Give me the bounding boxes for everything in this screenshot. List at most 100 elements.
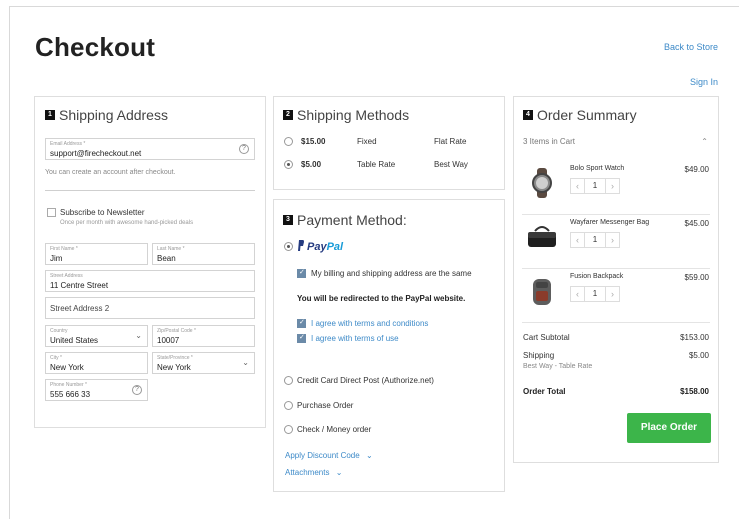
link-label: Apply Discount Code [285,451,360,460]
item-price: $45.00 [684,219,709,228]
sign-in-link[interactable]: Sign In [690,77,718,87]
order-summary-panel: 4 Order Summary 3 Items in Cart ⌃ Bolo S… [513,96,719,463]
same-address-checkbox[interactable] [297,268,306,278]
messenger-bag-icon [528,226,556,247]
field-label: City * [50,355,62,361]
state-select[interactable]: State/Province * New York ⌄ [152,352,255,374]
email-field[interactable]: Email Address * support@firecheckout.net… [45,138,255,160]
increase-qty-button[interactable]: › [605,232,620,248]
order-summary-heading: 4 Order Summary [523,107,637,123]
increase-qty-button[interactable]: › [605,178,620,194]
cart-item: Fusion Backpack $59.00 ‹ 1 › [514,267,718,321]
decrease-qty-button[interactable]: ‹ [570,232,585,248]
newsletter-label: Subscribe to Newsletter [60,208,145,217]
phone-field[interactable]: Phone Number * 555 666 33 ? [45,379,148,401]
shipping-address-heading: 1 Shipping Address [45,107,168,123]
place-order-button[interactable]: Place Order [627,413,711,443]
radio-button[interactable] [284,160,293,169]
field-label: Zip/Postal Code * [157,328,196,334]
agree-terms-checkbox[interactable] [297,318,306,328]
credit-card-radio[interactable] [284,376,293,385]
street-address-2-field[interactable]: Street Address 2 [45,297,255,319]
shipping-methods-heading: 2 Shipping Methods [283,107,409,123]
shipping-price: $5.00 [301,160,322,169]
back-to-store-link[interactable]: Back to Store [664,42,718,52]
help-icon[interactable]: ? [132,385,142,395]
chevron-down-icon: ⌄ [365,451,373,460]
subtotal-label: Cart Subtotal [523,333,570,342]
total-label: Order Total [523,387,566,396]
zip-field[interactable]: Zip/Postal Code * 10007 [152,325,255,347]
field-label: First Name * [50,246,78,252]
step-number: 4 [523,110,533,120]
shipping-label: Shipping [523,351,555,360]
decrease-qty-button[interactable]: ‹ [570,286,585,302]
quantity-stepper: ‹ 1 › [570,286,620,302]
payment-method-panel: 3 Payment Method: PayPal My billing and … [273,199,505,492]
shipping-method-table-rate[interactable]: $5.00 Table Rate Best Way [284,160,496,174]
shipping-method-note: Best Way - Table Rate [523,363,593,370]
item-price: $59.00 [684,273,709,282]
field-label: Phone Number * [50,382,87,388]
quantity-stepper: ‹ 1 › [570,178,620,194]
last-name-field[interactable]: Last Name * Bean [152,243,255,265]
field-label: Country [50,328,68,334]
field-value: 10007 [157,336,180,345]
chevron-down-icon: ⌄ [242,358,249,367]
section-title: Order Summary [537,107,637,123]
shipping-methods-panel: 2 Shipping Methods $15.00 Fixed Flat Rat… [273,96,505,190]
country-select[interactable]: Country United States ⌄ [45,325,148,347]
city-field[interactable]: City * New York [45,352,148,374]
field-value: United States [50,336,99,345]
shipping-carrier: Best Way [434,160,468,169]
agree-use-link[interactable]: I agree with terms of use [311,334,399,343]
field-value: 11 Centre Street [50,281,109,290]
paypal-redirect-note: You will be redirected to the PayPal web… [297,294,466,303]
shipping-price: $15.00 [301,137,326,146]
payment-method-heading: 3 Payment Method: [283,212,407,228]
field-placeholder: Street Address 2 [50,304,110,313]
chevron-up-icon[interactable]: ⌃ [701,137,708,146]
payment-option-purchase-order[interactable]: Purchase Order [297,401,353,410]
item-name: Fusion Backpack [570,273,624,280]
check-money-order-radio[interactable] [284,425,293,434]
field-label: State/Province * [157,355,193,361]
field-label: Last Name * [157,246,185,252]
radio-button[interactable] [284,137,293,146]
step-number: 2 [283,110,293,120]
purchase-order-radio[interactable] [284,401,293,410]
attachments-link[interactable]: Attachments ⌄ [285,468,342,477]
cart-items-toggle[interactable]: 3 Items in Cart [523,137,575,146]
quantity-value[interactable]: 1 [585,232,605,248]
help-icon[interactable]: ? [239,144,249,154]
page-title: Checkout [35,32,156,62]
payment-option-check[interactable]: Check / Money order [297,425,371,434]
field-value: support@firecheckout.net [50,149,142,158]
first-name-field[interactable]: First Name * Jim [45,243,148,265]
paypal-radio[interactable] [284,242,293,251]
divider [45,190,255,191]
field-value: 555 666 33 [50,390,91,399]
agree-terms-link[interactable]: I agree with terms and conditions [311,319,428,328]
paypal-wordmark-a: Pay [307,241,327,253]
item-price: $49.00 [684,165,709,174]
paypal-wordmark-b: Pal [326,241,344,253]
newsletter-checkbox[interactable] [47,208,56,217]
quantity-value[interactable]: 1 [585,286,605,302]
paypal-logo-icon [298,240,304,251]
same-address-label: My billing and shipping address are the … [311,269,472,278]
step-number: 1 [45,110,55,120]
link-label: Attachments [285,468,330,477]
increase-qty-button[interactable]: › [605,286,620,302]
decrease-qty-button[interactable]: ‹ [570,178,585,194]
payment-option-credit-card[interactable]: Credit Card Direct Post (Authorize.net) [297,376,434,385]
apply-discount-link[interactable]: Apply Discount Code ⌄ [285,451,373,460]
field-value: New York [50,363,84,372]
newsletter-description: Once per month with awesome hand-picked … [60,220,194,226]
street-address-field[interactable]: Street Address 11 Centre Street [45,270,255,292]
account-hint: You can create an account after checkout… [45,169,176,176]
shipping-method-flat-rate[interactable]: $15.00 Fixed Flat Rate [284,137,496,151]
quantity-value[interactable]: 1 [585,178,605,194]
agree-use-checkbox[interactable] [297,333,306,343]
chevron-down-icon: ⌄ [335,468,343,477]
